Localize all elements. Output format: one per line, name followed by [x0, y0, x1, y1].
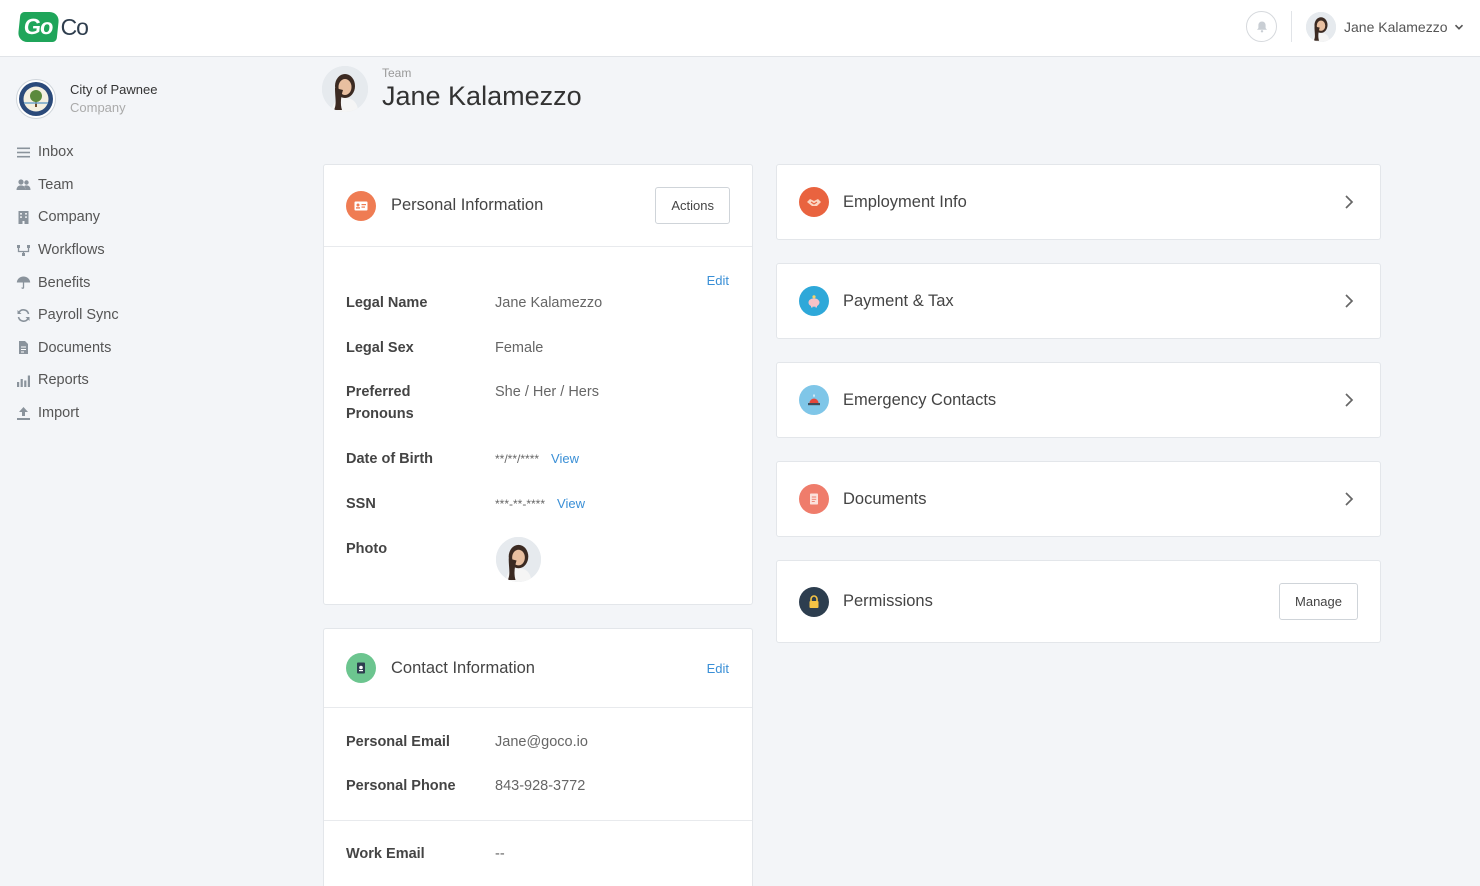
sidebar-item-benefits[interactable]: Benefits — [16, 266, 119, 299]
emergency-contacts-panel[interactable]: Emergency Contacts — [776, 362, 1381, 438]
card-title: Contact Information — [391, 658, 535, 677]
view-ssn-link[interactable]: View — [557, 496, 585, 511]
actions-button[interactable]: Actions — [655, 187, 730, 224]
edit-contact-link[interactable]: Edit — [707, 661, 729, 676]
company-switcher[interactable]: City of Pawnee Company — [16, 79, 157, 119]
personal-phone-value: 843-928-3772 — [495, 778, 586, 794]
lock-icon — [799, 586, 829, 617]
documents-panel[interactable]: Documents — [776, 461, 1381, 537]
edit-personal-link[interactable]: Edit — [707, 273, 729, 288]
bar-chart-icon — [17, 375, 30, 387]
sidebar-item-import[interactable]: Import — [16, 397, 119, 430]
chevron-down-icon[interactable] — [1454, 22, 1464, 32]
company-subtitle: Company — [70, 100, 126, 115]
field-label: Personal Phone — [346, 778, 456, 794]
logo-go: Go — [17, 12, 60, 42]
logo-co: Co — [60, 13, 89, 40]
user-menu[interactable]: Jane Kalamezzo — [1306, 12, 1464, 42]
user-avatar — [1306, 12, 1336, 42]
chevron-right-icon — [1345, 195, 1354, 209]
personal-information-header: Personal Information Actions — [324, 165, 752, 247]
manage-button[interactable]: Manage — [1279, 583, 1358, 620]
sidebar-item-label: Payroll Sync — [38, 307, 119, 324]
sidebar-item-label: Reports — [38, 372, 89, 389]
profile-photo[interactable] — [496, 537, 541, 582]
sidebar-item-reports[interactable]: Reports — [16, 364, 119, 397]
permissions-panel: Permissions Manage — [776, 560, 1381, 643]
personal-email-value[interactable]: Jane@goco.io — [495, 731, 588, 753]
sidebar-item-company[interactable]: Company — [16, 201, 119, 234]
sidebar-item-label: Workflows — [38, 242, 105, 259]
id-card-icon — [346, 190, 376, 221]
sidebar-item-label: Company — [38, 209, 101, 226]
sidebar-item-workflows[interactable]: Workflows — [16, 234, 119, 267]
sidebar-nav: Inbox Team Company Workflows Benefits Pa… — [16, 136, 119, 429]
work-email-value: -- — [495, 846, 505, 862]
contact-information-header: Contact Information Edit — [324, 629, 752, 708]
sidebar-item-label: Benefits — [38, 274, 91, 291]
bell-icon[interactable] — [1246, 11, 1277, 42]
panel-title: Documents — [843, 489, 927, 508]
city-seal-icon — [16, 79, 56, 119]
dob-value: **/**/**** — [495, 452, 540, 466]
contact-information-card: Contact Information Edit Personal Email … — [323, 628, 753, 886]
profile-avatar — [322, 66, 368, 112]
document-icon — [19, 341, 28, 355]
top-bar: Go Co Jane Kalamezzo — [0, 0, 1480, 57]
breadcrumb[interactable]: Team — [382, 66, 582, 80]
chevron-right-icon — [1345, 294, 1354, 308]
phone-book-icon — [346, 653, 376, 683]
profile-header: Team Jane Kalamezzo — [322, 66, 582, 112]
sidebar-item-label: Documents — [38, 339, 112, 356]
workflow-icon — [17, 244, 30, 256]
goco-logo[interactable]: Go Co — [17, 11, 89, 43]
chevron-right-icon — [1345, 492, 1354, 506]
sidebar-item-label: Team — [38, 176, 74, 193]
card-title: Personal Information — [391, 196, 544, 214]
topbar-divider — [1291, 11, 1292, 42]
panel-title: Payment & Tax — [843, 291, 954, 310]
team-icon — [16, 179, 31, 191]
field-label: Legal Sex — [346, 340, 414, 356]
payment-tax-panel[interactable]: Payment & Tax — [776, 263, 1381, 339]
field-label: SSN — [346, 496, 376, 512]
user-name: Jane Kalamezzo — [1344, 19, 1448, 35]
field-label: Work Email — [346, 846, 425, 862]
section-divider — [324, 820, 752, 821]
panel-title: Employment Info — [843, 192, 967, 211]
ssn-value: ***-**-**** — [495, 497, 546, 511]
panel-title: Permissions — [843, 592, 933, 610]
sidebar-item-documents[interactable]: Documents — [16, 332, 119, 365]
siren-icon — [799, 385, 829, 415]
upload-icon — [17, 406, 30, 420]
sidebar-item-inbox[interactable]: Inbox — [16, 136, 119, 169]
field-label: Legal Name — [346, 295, 428, 311]
sidebar-item-label: Inbox — [38, 144, 74, 161]
handshake-icon — [799, 187, 829, 217]
panel-title: Emergency Contacts — [843, 390, 997, 409]
umbrella-icon — [16, 276, 31, 290]
sync-icon — [17, 308, 30, 322]
company-name: City of Pawnee — [70, 82, 158, 97]
sidebar-item-label: Import — [38, 405, 80, 422]
chevron-right-icon — [1345, 393, 1354, 407]
sidebar-item-payroll-sync[interactable]: Payroll Sync — [16, 299, 119, 332]
legal-sex-value: Female — [495, 340, 544, 356]
sidebar-item-team[interactable]: Team — [16, 169, 119, 202]
field-label: Preferred Pronouns — [346, 384, 414, 422]
pronouns-value: She / Her / Hers — [495, 384, 599, 400]
piggy-bank-icon — [799, 286, 829, 316]
building-icon — [18, 210, 29, 224]
legal-name-value: Jane Kalamezzo — [495, 295, 603, 311]
document-icon — [799, 484, 829, 514]
field-label: Photo — [346, 541, 388, 557]
field-label: Personal Email — [346, 734, 450, 750]
page-title: Jane Kalamezzo — [382, 81, 582, 111]
field-label: Date of Birth — [346, 451, 433, 467]
inbox-icon — [17, 147, 30, 158]
view-dob-link[interactable]: View — [551, 451, 579, 466]
personal-information-card: Personal Information Actions Edit Legal … — [323, 164, 753, 605]
employment-info-panel[interactable]: Employment Info — [776, 164, 1381, 240]
